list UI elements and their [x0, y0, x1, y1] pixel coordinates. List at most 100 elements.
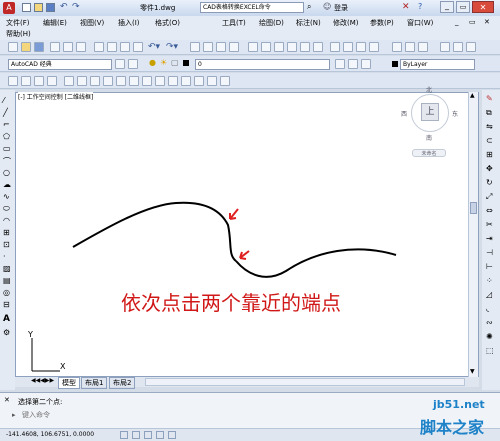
- save-icon[interactable]: [34, 42, 44, 52]
- point-tool-icon[interactable]: [194, 76, 204, 86]
- block-tool-icon[interactable]: [116, 76, 126, 86]
- scale-icon[interactable]: ⤢: [486, 192, 492, 202]
- move-icon[interactable]: ✥: [486, 164, 493, 173]
- maximize-button[interactable]: ▭: [456, 1, 470, 13]
- wcs-menu[interactable]: 未命名: [412, 149, 446, 157]
- quick-save-icon[interactable]: [46, 3, 55, 12]
- vertical-scrollbar[interactable]: ▲ ▼: [468, 92, 478, 377]
- menu-file[interactable]: 文件(F): [6, 18, 30, 28]
- close-button[interactable]: ✕: [472, 1, 494, 13]
- tool-palettes-icon[interactable]: [274, 42, 284, 52]
- menu-tools[interactable]: 工具(T): [222, 18, 246, 28]
- arc-icon[interactable]: ⌒: [3, 156, 11, 167]
- publish-icon[interactable]: [76, 42, 86, 52]
- revision-cloud-icon[interactable]: ☁: [3, 180, 11, 189]
- markup-icon[interactable]: [300, 42, 310, 52]
- polar-mode-icon[interactable]: [156, 431, 164, 439]
- layer-light-icon[interactable]: ●: [149, 58, 156, 67]
- dim-aligned-icon[interactable]: [77, 76, 87, 86]
- copy-icon[interactable]: [107, 42, 117, 52]
- add-selected-icon[interactable]: ⚙: [3, 328, 10, 337]
- paste-icon[interactable]: [120, 42, 130, 52]
- menu-view[interactable]: 视图(V): [80, 18, 104, 28]
- menu-restore-icon[interactable]: ▭: [469, 18, 476, 26]
- point-icon[interactable]: ·: [3, 252, 6, 261]
- plot-preview-icon[interactable]: [63, 42, 73, 52]
- tab-layout2[interactable]: 布局2: [109, 377, 136, 389]
- menu-dimension[interactable]: 标注(N): [296, 18, 321, 28]
- layer-prev-icon[interactable]: [361, 59, 371, 69]
- quick-new-icon[interactable]: [22, 3, 31, 12]
- line-icon[interactable]: ⁄: [3, 96, 4, 105]
- scroll-down-arrow[interactable]: ▼: [470, 368, 475, 375]
- app-logo-icon[interactable]: A: [3, 2, 15, 14]
- gradient-tool-icon[interactable]: [181, 76, 191, 86]
- extend-icon[interactable]: ⇥: [486, 234, 493, 243]
- explode-icon[interactable]: ✺: [486, 332, 493, 341]
- spline-icon[interactable]: ∿: [3, 192, 10, 201]
- copy-object-icon[interactable]: ⧉: [486, 108, 492, 118]
- chamfer-icon[interactable]: ◿: [486, 290, 492, 299]
- layer-isolate-icon[interactable]: [418, 42, 428, 52]
- rotate-icon[interactable]: ↻: [486, 178, 493, 187]
- standard-extra3-icon[interactable]: [466, 42, 476, 52]
- polyline-tool-icon[interactable]: [220, 76, 230, 86]
- region-tool-icon[interactable]: [168, 76, 178, 86]
- zoom-previous-icon[interactable]: [229, 42, 239, 52]
- snap-mode-icon[interactable]: [120, 431, 128, 439]
- workspace-extra-icon[interactable]: [128, 59, 138, 69]
- quick-redo-icon[interactable]: ↷: [72, 2, 80, 12]
- offset-icon[interactable]: ⊂: [486, 136, 493, 145]
- menu-help[interactable]: 帮助(H): [6, 29, 31, 39]
- viewcube-top-face[interactable]: 上: [421, 103, 439, 121]
- layer-color-icon[interactable]: [183, 60, 189, 66]
- layer-match-icon[interactable]: [348, 59, 358, 69]
- insert-icon[interactable]: ⊞: [3, 228, 10, 237]
- cut-icon[interactable]: [94, 42, 104, 52]
- drawing-canvas[interactable]: [-] 工作空间控制 [二维线框] Y X 依次点击两个靠近的端点 北 西 东 …: [15, 87, 479, 377]
- insert-block-icon[interactable]: [129, 76, 139, 86]
- table-icon[interactable]: ⊟: [3, 300, 10, 309]
- construction-line-icon[interactable]: ╱: [3, 108, 8, 117]
- multileader-style-icon[interactable]: [369, 42, 379, 52]
- standard-extra2-icon[interactable]: [453, 42, 463, 52]
- match-properties-icon[interactable]: [133, 42, 143, 52]
- region-icon[interactable]: ◎: [3, 288, 10, 297]
- exchange-icon[interactable]: ✕: [402, 2, 410, 12]
- viewcube-north-label[interactable]: 北: [426, 85, 432, 94]
- menu-insert[interactable]: 插入(I): [118, 18, 140, 28]
- text-tool-icon[interactable]: [142, 76, 152, 86]
- arc-tool-icon[interactable]: [21, 76, 31, 86]
- horizontal-scrollbar[interactable]: [145, 378, 465, 386]
- workspace-select[interactable]: AutoCAD 经典: [8, 59, 112, 70]
- osnap-mode-icon[interactable]: [168, 431, 176, 439]
- trim-icon[interactable]: ✂: [486, 220, 493, 229]
- quick-open-icon[interactable]: [34, 3, 43, 12]
- tab-layout1[interactable]: 布局1: [81, 377, 108, 389]
- polygon-icon[interactable]: ⬠: [3, 132, 10, 141]
- search-icon[interactable]: ⌕: [307, 2, 311, 12]
- viewcube-south-label[interactable]: 南: [426, 133, 432, 142]
- redo-icon[interactable]: ↷▾: [166, 42, 178, 52]
- menu-window[interactable]: 窗口(W): [407, 18, 433, 28]
- grid-mode-icon[interactable]: [132, 431, 140, 439]
- make-current-layer-icon[interactable]: [335, 59, 345, 69]
- quick-undo-icon[interactable]: ↶: [60, 2, 68, 12]
- rect-tool-icon[interactable]: [47, 76, 57, 86]
- ellipse-arc-icon[interactable]: ◠: [3, 216, 10, 225]
- dim-style-icon[interactable]: [343, 42, 353, 52]
- text-style-icon[interactable]: [330, 42, 340, 52]
- circle-icon[interactable]: ○: [3, 168, 10, 177]
- hatch-icon[interactable]: ▨: [3, 264, 11, 273]
- design-center-icon[interactable]: [261, 42, 271, 52]
- layer-unlock-icon[interactable]: ▢: [171, 58, 179, 67]
- properties-icon[interactable]: [248, 42, 258, 52]
- extra-modify-icon[interactable]: ⬚: [486, 346, 494, 355]
- login-button[interactable]: 登录: [334, 3, 348, 13]
- menu-format[interactable]: 格式(O): [155, 18, 180, 28]
- blend-icon[interactable]: ∾: [486, 318, 493, 327]
- erase-icon[interactable]: ✎: [486, 94, 493, 103]
- viewcube-east-label[interactable]: 东: [452, 109, 458, 118]
- mtext-icon[interactable]: A: [3, 314, 10, 324]
- spline-tool-icon[interactable]: [207, 76, 217, 86]
